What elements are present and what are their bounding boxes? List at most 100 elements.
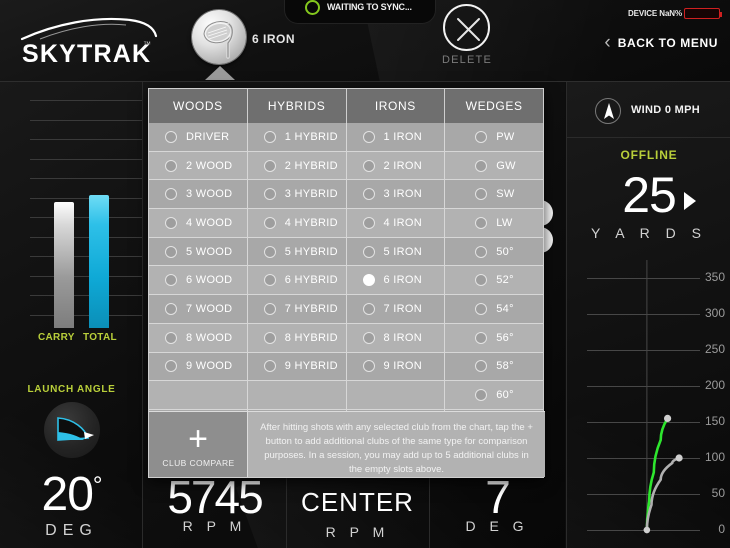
club-option[interactable]: 2 WOOD — [149, 151, 247, 181]
club-radio-icon[interactable] — [165, 360, 177, 373]
back-to-menu-button[interactable]: ‹ BACK TO MENU — [604, 32, 718, 54]
launch-angle-number: 20 — [41, 468, 94, 521]
club-option[interactable]: 1 HYBRID — [247, 123, 346, 152]
club-radio-icon[interactable] — [475, 188, 488, 201]
club-option[interactable]: 8 WOOD — [149, 323, 247, 353]
club-radio-icon[interactable] — [165, 331, 177, 344]
offline-unit: Y A R D S — [591, 225, 707, 241]
club-option[interactable]: 7 IRON — [346, 295, 445, 324]
club-radio-icon[interactable] — [263, 245, 276, 258]
club-radio-icon[interactable] — [165, 302, 177, 315]
brand-trademark: ™ — [143, 40, 151, 49]
club-radio-icon[interactable] — [362, 302, 375, 315]
wind-direction-dial[interactable] — [595, 98, 621, 124]
club-option[interactable]: 7 HYBRID — [247, 295, 346, 324]
club-option[interactable]: GW — [445, 151, 543, 181]
club-empty-slot[interactable] — [346, 381, 445, 410]
club-radio-icon[interactable] — [475, 245, 488, 258]
club-radio-icon[interactable] — [263, 331, 276, 344]
club-option[interactable]: 7 WOOD — [149, 295, 247, 324]
club-option-label: 9 WOOD — [186, 360, 233, 373]
club-tab-woods[interactable]: WOODS — [149, 89, 248, 123]
club-radio-icon[interactable] — [263, 216, 276, 229]
club-radio-icon[interactable] — [362, 274, 375, 287]
club-option[interactable]: 60° — [445, 381, 543, 410]
club-option[interactable]: 6 IRON — [346, 266, 445, 296]
club-option[interactable]: 4 WOOD — [149, 209, 247, 238]
club-empty-slot[interactable] — [247, 381, 346, 410]
stat-value-side-angle: 7 — [485, 471, 511, 523]
club-radio-icon[interactable] — [362, 159, 375, 172]
sync-status-banner: WAITING TO SYNC... — [284, 0, 436, 24]
club-option[interactable]: 3 IRON — [346, 180, 445, 210]
club-option[interactable]: SW — [445, 180, 543, 210]
club-radio-icon[interactable] — [263, 130, 276, 143]
trajectory-endpoint-shot-gray — [675, 454, 683, 462]
club-radio-icon[interactable] — [165, 130, 177, 143]
club-option[interactable]: 2 IRON — [346, 151, 445, 181]
chart-gridline — [30, 119, 142, 121]
club-radio-icon[interactable] — [263, 274, 276, 287]
club-option[interactable]: 5 IRON — [346, 237, 445, 267]
club-option[interactable]: 3 HYBRID — [247, 180, 346, 210]
club-radio-icon[interactable] — [475, 389, 488, 402]
club-option[interactable]: 1 IRON — [346, 123, 445, 152]
club-option[interactable]: 8 HYBRID — [247, 323, 346, 353]
club-radio-icon[interactable] — [362, 331, 375, 344]
club-tab-hybrids[interactable]: HYBRIDS — [247, 89, 347, 123]
club-option[interactable]: 2 HYBRID — [247, 151, 346, 181]
club-option[interactable]: 56° — [445, 323, 543, 353]
delete-button[interactable] — [443, 4, 490, 51]
club-radio-icon[interactable] — [475, 216, 488, 229]
club-radio-icon[interactable] — [362, 216, 375, 229]
club-radio-icon[interactable] — [263, 159, 276, 172]
club-radio-icon[interactable] — [362, 360, 375, 373]
club-radio-icon[interactable] — [263, 360, 276, 373]
club-option-label: 3 IRON — [383, 188, 422, 201]
club-radio-icon[interactable] — [165, 216, 177, 229]
club-radio-icon[interactable] — [362, 188, 375, 201]
club-option[interactable]: DRIVER — [149, 123, 247, 152]
club-compare-button[interactable]: + CLUB COMPARE — [149, 412, 248, 477]
club-radio-icon[interactable] — [263, 302, 276, 315]
club-radio-icon[interactable] — [475, 159, 488, 172]
club-radio-icon[interactable] — [475, 302, 488, 315]
club-radio-icon[interactable] — [475, 331, 488, 344]
club-radio-icon[interactable] — [475, 274, 488, 287]
club-empty-slot[interactable] — [149, 381, 247, 410]
chart-gridline — [30, 217, 142, 218]
club-option[interactable]: 6 HYBRID — [247, 266, 346, 296]
club-option[interactable]: 50° — [445, 237, 543, 267]
club-tab-irons[interactable]: IRONS — [346, 89, 446, 123]
club-option[interactable]: 8 IRON — [346, 323, 445, 353]
club-radio-icon[interactable] — [475, 130, 488, 143]
club-radio-icon[interactable] — [165, 245, 177, 258]
club-option[interactable]: 9 WOOD — [149, 352, 247, 382]
club-option[interactable]: LW — [445, 209, 543, 238]
club-option[interactable]: 6 WOOD — [149, 266, 247, 296]
club-option[interactable]: 9 IRON — [346, 352, 445, 382]
club-option[interactable]: 5 WOOD — [149, 237, 247, 267]
club-radio-icon[interactable] — [362, 130, 375, 143]
club-tab-wedges[interactable]: WEDGES — [445, 89, 543, 123]
selected-club-icon[interactable] — [192, 10, 246, 64]
club-option[interactable]: PW — [445, 123, 543, 152]
club-radio-icon[interactable] — [165, 274, 177, 287]
club-option[interactable]: 58° — [445, 352, 543, 382]
club-option[interactable]: 5 HYBRID — [247, 237, 346, 267]
club-radio-icon[interactable] — [165, 188, 177, 201]
club-option[interactable]: 4 IRON — [346, 209, 445, 238]
selected-club-label: 6 IRON — [252, 32, 296, 46]
club-radio-icon[interactable] — [362, 245, 375, 258]
club-option[interactable]: 9 HYBRID — [247, 352, 346, 382]
club-option[interactable]: 54° — [445, 295, 543, 324]
club-radio-icon[interactable] — [475, 360, 488, 373]
club-radio-icon[interactable] — [263, 188, 276, 201]
club-option[interactable]: 52° — [445, 266, 543, 296]
stat-side-angle: 7D E G — [429, 472, 565, 548]
club-radio-icon[interactable] — [165, 159, 177, 172]
club-option[interactable]: 3 WOOD — [149, 180, 247, 210]
club-selection-overlay[interactable]: WOODS HYBRIDS IRONS WEDGES DRIVER 2 WOOD 3 WO… — [148, 88, 545, 478]
club-option-label: LW — [496, 216, 513, 229]
club-option[interactable]: 4 HYBRID — [247, 209, 346, 238]
